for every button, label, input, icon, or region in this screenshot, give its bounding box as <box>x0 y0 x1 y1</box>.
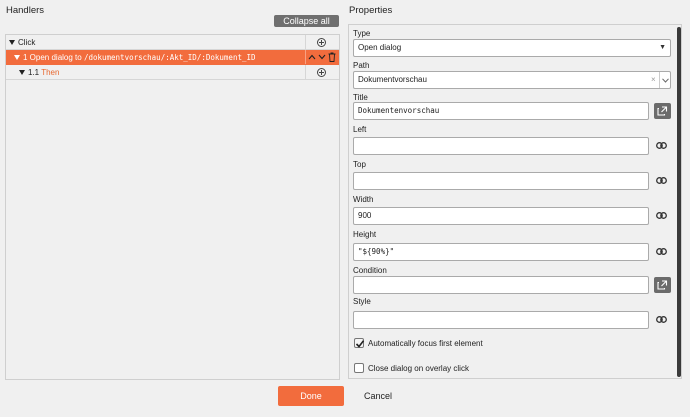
path-value: Dokumentvorschau <box>358 75 427 84</box>
width-input[interactable]: 900 <box>353 207 649 225</box>
then-label: Then <box>41 68 60 77</box>
open-editor-button[interactable] <box>654 277 671 293</box>
collapse-all-button[interactable]: Collapse all <box>274 15 339 27</box>
add-action-icon[interactable] <box>317 68 326 77</box>
link-icon[interactable] <box>656 177 667 184</box>
move-up-icon[interactable] <box>308 54 316 60</box>
left-label: Left <box>353 125 367 134</box>
link-icon[interactable] <box>656 212 667 219</box>
handler-row-open-dialog[interactable]: 1 Open dialog to /dokumentvorschau/:Akt_… <box>6 50 339 65</box>
title-label: Title <box>353 93 368 102</box>
handlers-title: Handlers <box>6 5 45 16</box>
type-label: Type <box>353 29 371 38</box>
left-input[interactable] <box>353 137 649 155</box>
link-icon[interactable] <box>656 316 667 323</box>
top-label: Top <box>353 160 366 169</box>
top-input[interactable] <box>353 172 649 190</box>
width-label: Width <box>353 195 374 204</box>
type-value: Open dialog <box>358 43 402 52</box>
close-on-overlay-checkbox[interactable] <box>354 363 364 373</box>
delete-icon[interactable] <box>328 52 336 62</box>
action-path: /dokumentvorschau/:Akt_ID/:Dokument_ID <box>83 53 256 62</box>
done-button[interactable]: Done <box>278 386 344 406</box>
chevron-down-icon <box>662 78 669 83</box>
move-down-icon[interactable] <box>318 54 326 60</box>
properties-title: Properties <box>349 5 393 16</box>
autofocus-checkbox[interactable] <box>354 338 365 348</box>
clear-icon[interactable]: × <box>651 72 656 88</box>
add-action-icon[interactable] <box>317 38 326 47</box>
autofocus-label: Automatically focus first element <box>368 339 483 348</box>
path-select[interactable]: Dokumentvorschau × <box>353 71 671 89</box>
handler-row-click[interactable]: Click <box>6 35 339 50</box>
title-input[interactable]: Dokumentenvorschau <box>353 102 649 120</box>
condition-label: Condition <box>353 266 387 275</box>
action-label: 1 Open dialog to <box>23 53 84 62</box>
style-label: Style <box>353 297 371 306</box>
path-label: Path <box>353 61 370 70</box>
handler-row-then[interactable]: 1.1 Then <box>6 65 339 80</box>
type-select[interactable]: Open dialog ▼ <box>353 39 671 57</box>
collapse-triangle-icon[interactable] <box>9 40 15 45</box>
checkmark-icon <box>355 340 365 348</box>
cancel-button[interactable]: Cancel <box>356 386 400 406</box>
close-on-overlay-label: Close dialog on overlay click <box>368 364 469 373</box>
dropdown-arrow-icon: ▼ <box>659 44 666 51</box>
collapse-triangle-icon[interactable] <box>19 70 25 75</box>
height-input[interactable]: "${90%}" <box>353 243 649 261</box>
properties-scrollbar[interactable] <box>677 27 681 377</box>
external-link-icon <box>657 106 668 116</box>
external-link-icon <box>657 280 668 290</box>
collapse-triangle-icon[interactable] <box>14 55 20 60</box>
style-input[interactable] <box>353 311 649 329</box>
handlers-tree: Click 1 Open dialog to /dokumentvorschau… <box>5 34 340 380</box>
event-label: Click <box>18 38 36 47</box>
open-editor-button[interactable] <box>654 103 671 119</box>
height-label: Height <box>353 230 377 239</box>
link-icon[interactable] <box>656 142 667 149</box>
condition-input[interactable] <box>353 276 649 294</box>
then-number: 1.1 <box>28 68 40 77</box>
link-icon[interactable] <box>656 248 667 255</box>
